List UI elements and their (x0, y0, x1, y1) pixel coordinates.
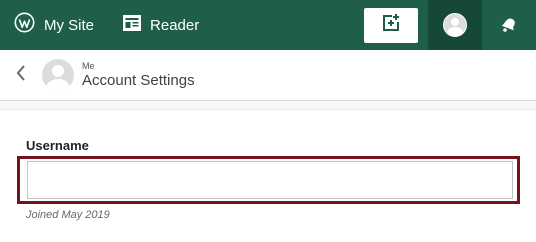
write-post-icon (381, 13, 401, 38)
header-subtitle: Me (82, 60, 95, 71)
notifications-button[interactable] (482, 0, 536, 50)
username-input[interactable] (27, 161, 513, 199)
page-header: Me Account Settings (0, 50, 536, 101)
masterbar: My Site Reader (0, 0, 536, 50)
back-button[interactable] (6, 50, 36, 100)
chevron-left-icon (15, 64, 27, 87)
header-text: Me Account Settings (82, 61, 195, 90)
reader-label: Reader (150, 16, 200, 34)
reader-icon (122, 14, 142, 37)
wordpress-icon (14, 12, 35, 38)
write-button[interactable] (364, 7, 418, 43)
profile-avatar (42, 59, 74, 91)
my-site-label: My Site (44, 16, 95, 34)
bell-icon (499, 13, 519, 38)
reader-button[interactable]: Reader (122, 0, 199, 50)
me-button[interactable] (428, 0, 482, 50)
account-settings-form: Username Joined May 2019 (0, 109, 536, 242)
avatar (443, 13, 467, 37)
masterbar-actions (364, 0, 536, 50)
joined-date: Joined May 2019 (26, 209, 110, 221)
my-site-button[interactable]: My Site (0, 0, 94, 50)
page-title: Account Settings (82, 71, 195, 89)
section-gap (0, 101, 536, 109)
username-label: Username (26, 138, 89, 153)
